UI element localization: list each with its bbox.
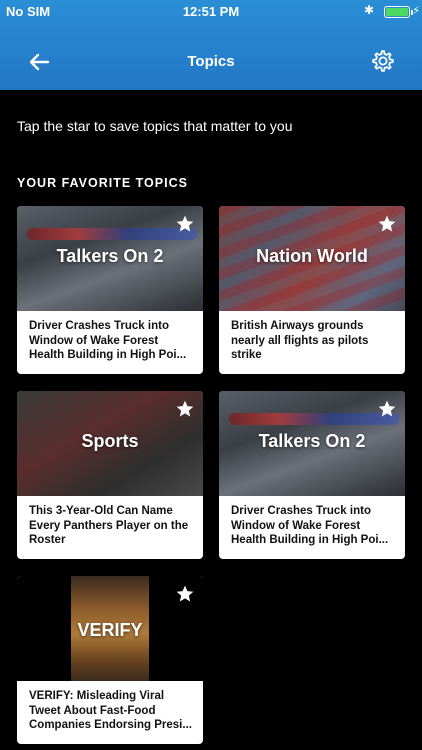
- nav-bar: Topics: [0, 40, 422, 84]
- topic-card[interactable]: Talkers On 2 Driver Crashes Truck into W…: [219, 391, 405, 559]
- headline-text: This 3-Year-Old Can Name Every Panthers …: [29, 505, 189, 546]
- clock: 12:51 PM: [182, 4, 240, 19]
- app-header: No SIM 12:51 PM ✱ ⚡ Topics: [0, 0, 422, 90]
- topic-card[interactable]: VERIFY VERIFY: Misleading Viral Tweet Ab…: [17, 576, 203, 744]
- battery-fill: [386, 8, 408, 16]
- star-icon[interactable]: [377, 214, 397, 234]
- gear-icon: [372, 50, 394, 72]
- settings-button[interactable]: [370, 48, 396, 74]
- topic-card[interactable]: Talkers On 2 Driver Crashes Truck into W…: [17, 206, 203, 374]
- topic-name: VERIFY: [77, 620, 143, 640]
- section-title-favorites: YOUR FAVORITE TOPICS: [17, 176, 188, 190]
- headline-text: British Airways grounds nearly all fligh…: [231, 320, 369, 361]
- bluetooth-icon: ✱: [363, 3, 374, 17]
- page-title: Topics: [187, 53, 235, 70]
- star-icon[interactable]: [377, 399, 397, 419]
- star-icon[interactable]: [175, 399, 195, 419]
- star-icon[interactable]: [175, 584, 195, 604]
- topic-name: Talkers On 2: [258, 431, 366, 451]
- status-bar: No SIM 12:51 PM ✱ ⚡: [0, 0, 422, 24]
- star-icon[interactable]: [175, 214, 195, 234]
- intro-text: Tap the star to save topics that matter …: [17, 118, 293, 134]
- headline-text: Driver Crashes Truck into Window of Wake…: [29, 320, 187, 361]
- topic-name: Talkers On 2: [56, 246, 164, 266]
- headline-text: VERIFY: Misleading Viral Tweet About Fas…: [29, 690, 192, 731]
- charging-icon: ⚡: [412, 5, 420, 17]
- headline-text: Driver Crashes Truck into Window of Wake…: [231, 505, 389, 546]
- topic-card[interactable]: Sports This 3-Year-Old Can Name Every Pa…: [17, 391, 203, 559]
- topic-name: Nation World: [256, 246, 368, 266]
- topic-name: Sports: [81, 431, 139, 451]
- battery-icon: [384, 6, 413, 18]
- topic-card[interactable]: Nation World British Airways grounds nea…: [219, 206, 405, 374]
